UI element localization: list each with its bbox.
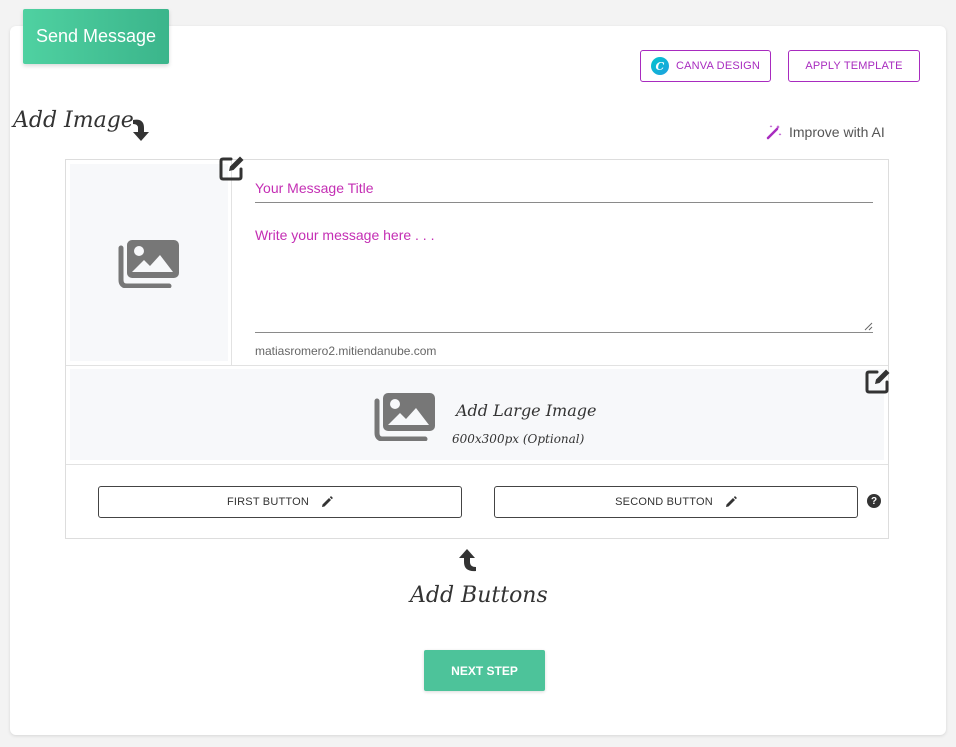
next-step-button[interactable]: NEXT STEP xyxy=(424,650,545,691)
store-domain: matiasromero2.mitiendanube.com xyxy=(255,344,437,358)
pencil-icon xyxy=(322,496,333,507)
canva-logo-icon: C xyxy=(650,57,669,75)
resize-handle-icon[interactable] xyxy=(864,322,873,331)
apply-template-label: APPLY TEMPLATE xyxy=(805,60,903,72)
first-button-label: FIRST BUTTON xyxy=(226,496,310,508)
curved-arrow-down-icon xyxy=(133,119,149,141)
magic-wand-icon xyxy=(766,125,782,140)
edit-square-icon[interactable] xyxy=(218,154,246,182)
add-image-annotation: Add Image xyxy=(13,108,134,133)
message-body-placeholder: Write your message here . . . xyxy=(255,227,435,243)
vertical-divider xyxy=(231,160,232,365)
large-image-title: Add Large Image xyxy=(456,401,597,420)
images-icon xyxy=(118,239,179,288)
improve-with-ai-button[interactable]: Improve with AI xyxy=(766,124,885,140)
message-title-input[interactable]: Your Message Title xyxy=(255,175,873,203)
edit-square-icon[interactable] xyxy=(864,367,892,395)
second-button-label: SECOND BUTTON xyxy=(615,496,713,508)
message-composer: Your Message Title Write your message he… xyxy=(65,159,889,539)
first-button[interactable]: FIRST BUTTON xyxy=(98,486,462,518)
apply-template-button[interactable]: APPLY TEMPLATE xyxy=(788,50,920,82)
canva-design-label: CANVA DESIGN xyxy=(675,60,761,72)
horizontal-divider xyxy=(66,365,888,366)
help-icon[interactable]: ? xyxy=(867,494,881,508)
improve-with-ai-label: Improve with AI xyxy=(789,124,885,140)
curved-arrow-up-icon xyxy=(459,549,476,572)
large-image-upload-area[interactable]: Add Large Image 600x300px (Optional) xyxy=(70,369,884,460)
pencil-icon xyxy=(725,496,737,507)
message-body-textarea[interactable]: Write your message here . . . xyxy=(255,220,873,333)
large-image-subtitle: 600x300px (Optional) xyxy=(452,432,585,446)
horizontal-divider xyxy=(66,464,888,465)
image-upload-area[interactable] xyxy=(70,164,228,361)
second-button[interactable]: SECOND BUTTON xyxy=(494,486,858,518)
send-message-header: Send Message xyxy=(23,9,169,64)
canva-design-button[interactable]: C CANVA DESIGN xyxy=(640,50,771,82)
add-buttons-annotation: Add Buttons xyxy=(410,583,548,608)
images-icon xyxy=(374,393,435,441)
